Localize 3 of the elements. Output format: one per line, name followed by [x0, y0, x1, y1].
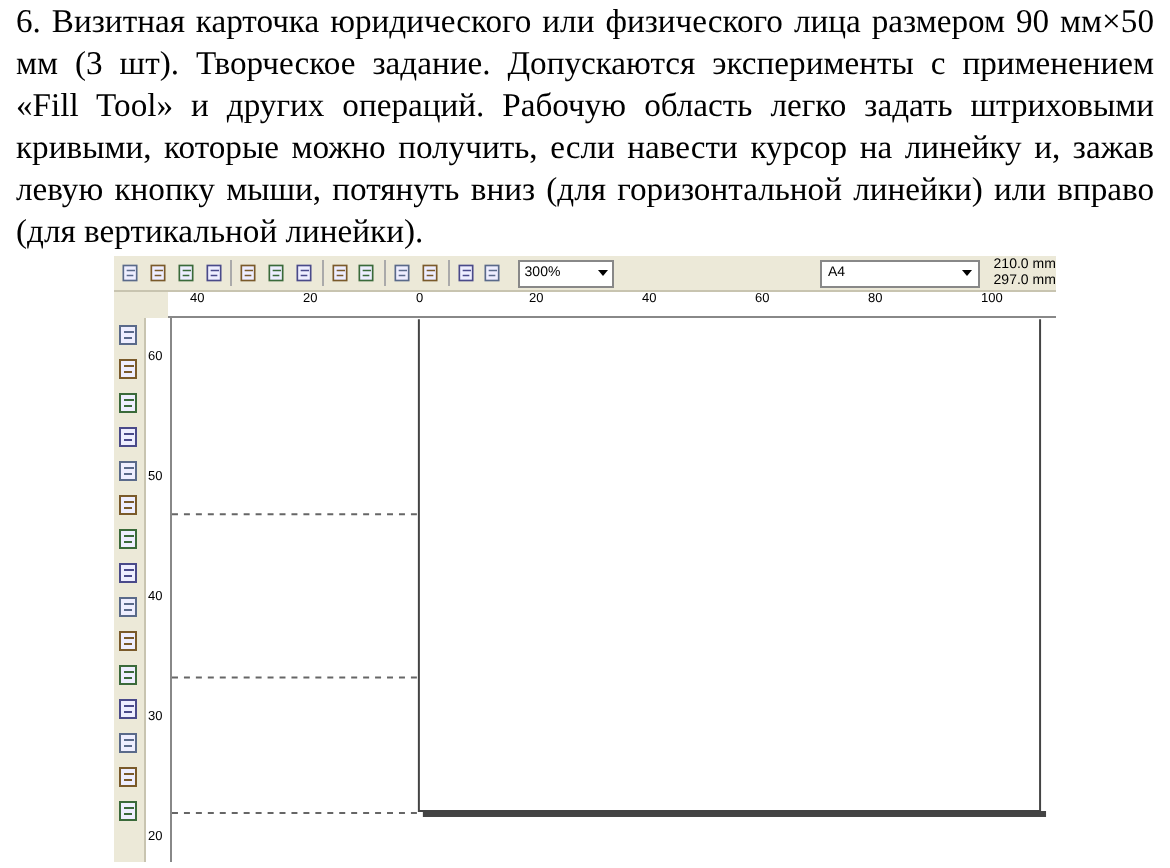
task-paragraph: 6. Визитная карточка юридического или физического лица размером 90 мм×50 мм (3 шт). Творческое задание. Допускаются эксперименты с применением «Fill Tool» и других операций. Рабочую область легко задать штриховыми кривыми, которые можно получить, если навести курсор на линейку и, зажав левую кнопку мыши, потянуть вниз (для горизонтальной линейки) или вправо (для вертикальной линейки).	[14, 0, 1156, 254]
caret-icon	[961, 270, 972, 276]
caret-icon	[598, 270, 609, 276]
